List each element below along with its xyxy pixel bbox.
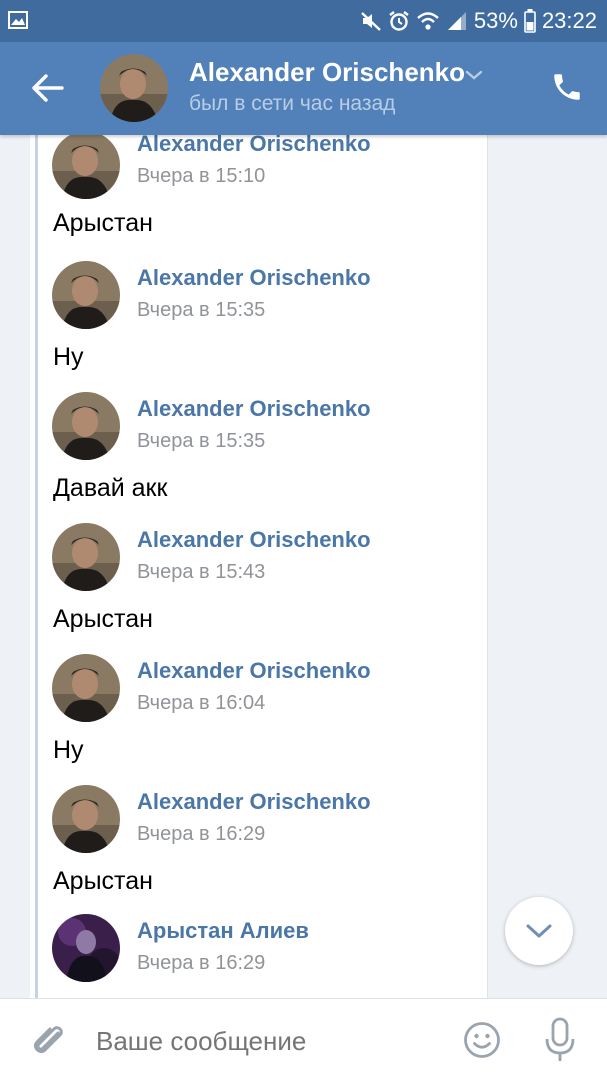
message-text: Ну [53,343,84,371]
message-input[interactable] [96,1023,436,1059]
avatar[interactable] [52,914,120,982]
chevron-down-icon [526,924,552,938]
microphone-icon[interactable] [543,1017,577,1063]
phone-icon[interactable] [550,70,584,104]
message-text: Арыстан [53,209,153,237]
message-time: Вчера в 15:35 [137,299,266,321]
author-name[interactable]: Alexander Orischenko [137,265,371,291]
battery-icon [524,9,536,33]
author-name[interactable]: Alexander Orischenko [137,396,371,422]
avatar[interactable] [52,261,120,329]
message-text: Ну [53,736,84,764]
message-text: Арыстан [53,605,153,633]
author-name[interactable]: Арыстан Алиев [137,918,309,944]
alarm-icon [389,11,409,31]
avatar[interactable] [52,785,120,853]
message-text: Давай акк [53,474,168,502]
chevron-down-icon[interactable] [464,68,484,82]
clock: 23:22 [541,8,597,33]
chat-header: Alexander Orischenko был в сети час наза… [0,42,607,135]
message-time: Вчера в 15:10 [137,165,266,187]
avatar[interactable] [52,654,120,722]
wifi-icon [417,12,439,30]
avatar[interactable] [52,523,120,591]
author-name[interactable]: Alexander Orischenko [137,658,371,684]
scroll-down-button[interactable] [505,897,573,965]
signal-icon [447,12,466,30]
author-name[interactable]: Alexander Orischenko [137,527,371,553]
message-time: Вчера в 16:04 [137,692,266,714]
message-text: Арыстан [53,867,153,895]
message-time: Вчера в 16:29 [137,952,266,974]
avatar[interactable] [52,392,120,460]
emoji-icon[interactable] [463,1021,501,1059]
message-time: Вчера в 15:35 [137,430,266,452]
message-composer [0,998,607,1080]
message-list[interactable]: Alexander Orischenko Вчера в 15:10 Арыст… [0,135,607,998]
contact-name[interactable]: Alexander Orischenko [189,57,465,88]
status-bar: 53% 23:22 [0,0,607,42]
mute-icon [361,12,381,31]
contact-avatar[interactable] [100,54,168,122]
author-name[interactable]: Alexander Orischenko [137,135,371,157]
author-name[interactable]: Alexander Orischenko [137,789,371,815]
back-arrow-icon[interactable] [26,70,70,106]
gallery-icon [8,11,28,29]
battery-percent: 53% [473,8,518,33]
last-seen-status: был в сети час назад [189,92,396,115]
paperclip-icon[interactable] [28,1019,68,1061]
forwarded-messages-line [35,135,38,998]
message-time: Вчера в 16:29 [137,823,266,845]
message-time: Вчера в 15:43 [137,561,266,583]
